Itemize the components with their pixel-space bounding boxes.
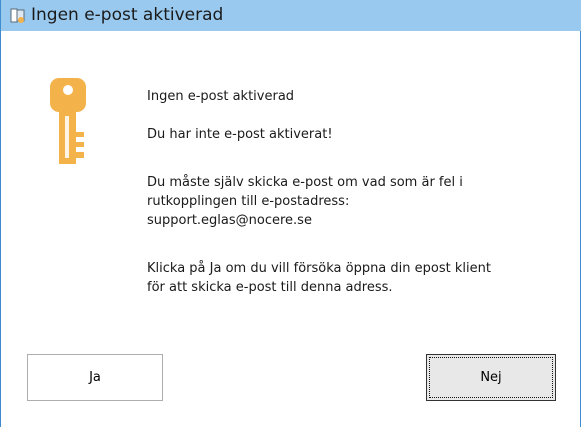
message-line: för att skicka e-post till denna adress.	[147, 280, 393, 295]
message-line: rutkopplingen till e-postadress:	[147, 194, 350, 209]
window-title: Ingen e-post aktiverad	[31, 5, 224, 25]
focus-rectangle	[429, 357, 553, 398]
message-line: Klicka på Ja om du vill försöka öppna di…	[147, 261, 491, 276]
message-line: Du har inte e-post aktiverat!	[147, 127, 333, 142]
yes-button[interactable]: Ja	[27, 354, 163, 401]
title-bar[interactable]: Ingen e-post aktiverad	[1, 0, 581, 31]
no-button[interactable]: Nej	[426, 354, 556, 401]
message-heading: Ingen e-post aktiverad	[147, 89, 295, 104]
key-icon	[50, 78, 86, 164]
yes-button-label: Ja	[89, 370, 101, 385]
dialog-window: Ingen e-post aktiverad Ingen e-post akti…	[0, 0, 581, 427]
message-line: Du måste själv skicka e-post om vad som …	[147, 175, 463, 190]
app-icon	[10, 8, 25, 23]
support-email: support.eglas@nocere.se	[147, 213, 312, 228]
